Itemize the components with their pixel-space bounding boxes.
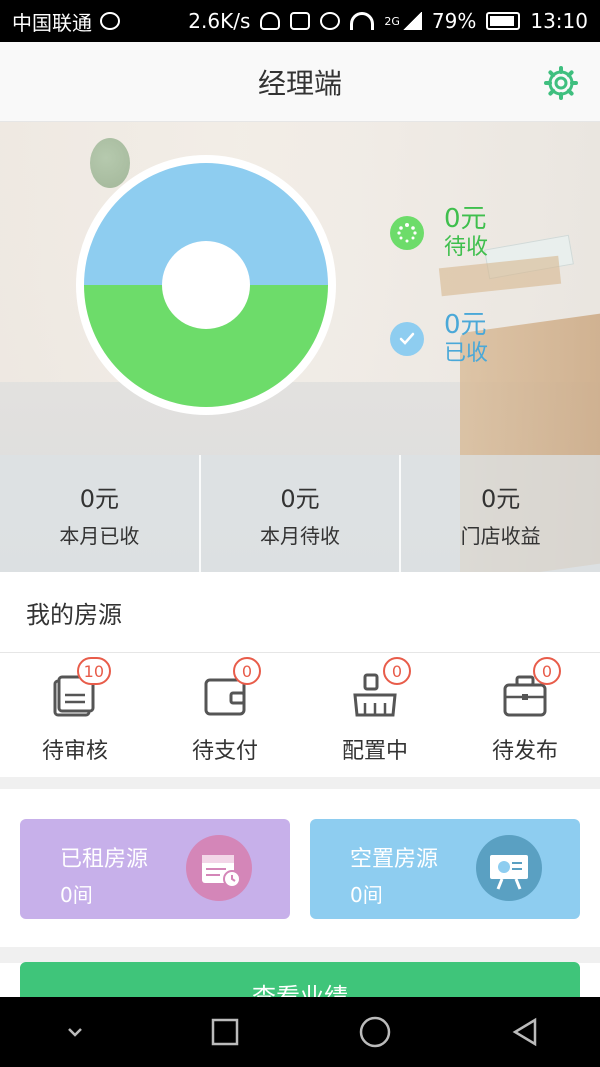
action-label: 待发布	[491, 739, 558, 764]
action-label: 待审核	[41, 739, 108, 764]
card-title: 已租房源	[60, 847, 149, 872]
battery-percent: 79%	[431, 9, 477, 33]
action-pending-review[interactable]: 10 待审核	[0, 653, 150, 777]
stat-value: 0元	[481, 484, 521, 513]
received-check-icon	[390, 321, 424, 356]
calendar-icon	[186, 835, 252, 901]
badge-count: 0	[383, 657, 411, 685]
signal-icon	[401, 12, 422, 30]
pending-dots-icon	[390, 215, 424, 250]
badge-count: 0	[233, 657, 261, 685]
stat-value: 0元	[79, 484, 119, 513]
headphones-icon	[260, 12, 281, 30]
stat-label: 本月已收	[59, 523, 140, 548]
wifi-icon	[350, 12, 375, 30]
vibrate-icon	[290, 12, 311, 30]
card-vacant-listings[interactable]: 空置房源 0间	[310, 819, 580, 919]
action-pending-publish[interactable]: 0 待发布	[450, 653, 600, 777]
pending-legend: 0元 待收	[390, 204, 488, 262]
section-title-my-listings: 我的房源	[0, 572, 600, 653]
settings-gear-icon[interactable]	[544, 66, 578, 100]
hide-nav-icon[interactable]	[45, 1012, 105, 1052]
received-label: 已收	[444, 341, 489, 367]
system-nav-bar	[0, 997, 600, 1067]
card-title: 空置房源	[350, 847, 439, 872]
stat-store-profit[interactable]: 0元 门店收益	[401, 455, 600, 572]
app-header: 经理端	[0, 42, 600, 122]
stat-label: 本月待收	[260, 523, 340, 548]
received-amount: 0元	[444, 310, 487, 340]
battery-icon	[486, 12, 521, 30]
action-pending-payment[interactable]: 0 待支付	[150, 653, 300, 777]
back-icon[interactable]	[495, 1012, 555, 1052]
section-divider	[0, 947, 600, 963]
received-legend: 0元 已收	[390, 310, 488, 368]
carrier-label: 中国联通	[12, 10, 92, 35]
action-label: 配置中	[341, 739, 408, 764]
status-bar: 中国联通 2.6K/s 2G 79% 13:10	[0, 0, 600, 42]
badge-count: 0	[533, 657, 561, 685]
action-label: 待支付	[191, 739, 258, 764]
clock: 13:10	[530, 9, 588, 33]
alarm-icon	[320, 12, 341, 30]
income-stats: 0元 本月已收 0元 本月待收 0元 门店收益	[0, 455, 600, 572]
card-count: 0间	[350, 883, 383, 907]
presentation-icon	[476, 835, 542, 901]
stat-month-pending[interactable]: 0元 本月待收	[201, 455, 402, 572]
network-type: 2G	[384, 14, 400, 28]
stat-value: 0元	[280, 484, 320, 513]
stat-label: 门店收益	[460, 523, 541, 548]
card-rented-listings[interactable]: 已租房源 0间	[20, 819, 290, 919]
pending-label: 待收	[444, 235, 489, 261]
recent-apps-icon[interactable]	[195, 1012, 255, 1052]
pending-amount: 0元	[444, 204, 487, 234]
action-configuring[interactable]: 0 配置中	[300, 653, 450, 777]
page-title: 经理端	[257, 66, 342, 100]
stat-month-received[interactable]: 0元 本月已收	[0, 455, 201, 572]
background-table-top	[438, 255, 562, 297]
listing-status-actions: 10 待审核 0 待支付 0 配置中 0 待发布	[0, 653, 600, 777]
hotspot-icon	[100, 12, 120, 30]
network-speed: 2.6K/s	[188, 9, 251, 33]
section-divider	[0, 777, 600, 789]
card-count: 0间	[60, 883, 93, 907]
home-icon[interactable]	[345, 1012, 405, 1052]
badge-count: 10	[76, 657, 111, 685]
income-donut-chart	[76, 155, 336, 415]
